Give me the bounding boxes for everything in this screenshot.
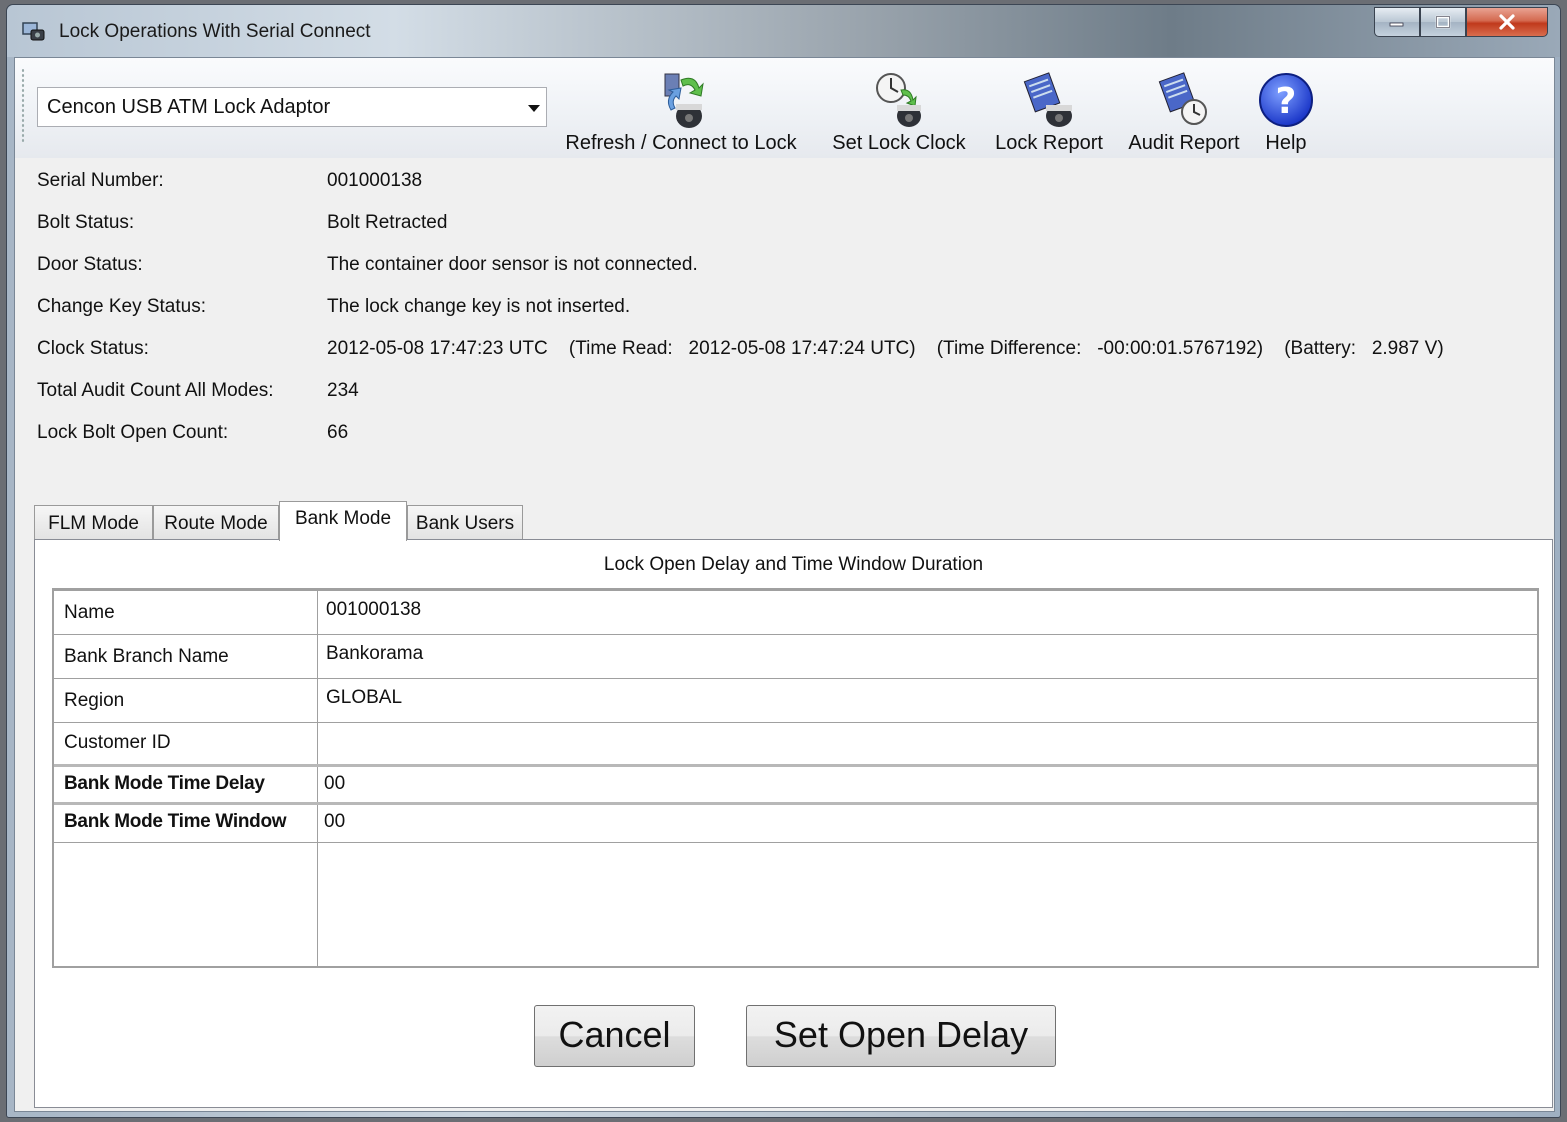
grid-row-customer-id[interactable]: Customer ID (54, 723, 1537, 767)
lock-clock-icon (876, 73, 921, 127)
maximize-icon (1435, 15, 1451, 29)
door-status-value: The container door sensor is not connect… (327, 254, 698, 275)
chevron-down-icon (528, 105, 540, 112)
lock-report-label: Lock Report (995, 132, 1103, 154)
grid-row-bank-branch-name[interactable]: Bank Branch Name Bankorama (54, 635, 1537, 679)
set-lock-clock-label: Set Lock Clock (832, 132, 966, 154)
bank-branch-name-value[interactable]: Bankorama (326, 643, 423, 665)
tab-flm-mode[interactable]: FLM Mode (34, 505, 153, 539)
lock-report-icon (1023, 72, 1072, 127)
bank-mode-time-window-value[interactable]: 00 (324, 811, 345, 833)
bank-mode-time-window-label: Bank Mode Time Window (64, 811, 287, 832)
panel-title: Lock Open Delay and Time Window Duration (603, 554, 984, 575)
lock-adaptor-select[interactable]: Cencon USB ATM Lock Adaptor (37, 87, 547, 127)
cancel-button[interactable]: Cancel (534, 1005, 695, 1067)
refresh-lock-icon (664, 73, 704, 128)
tab-route-mode[interactable]: Route Mode (153, 505, 279, 539)
region-value[interactable]: GLOBAL (326, 687, 402, 709)
serial-number-label: Serial Number: (37, 170, 164, 191)
grid-row-region[interactable]: Region GLOBAL (54, 679, 1537, 723)
help-button[interactable]: ? Help (1255, 66, 1317, 156)
main-window: Lock Operations With Serial Connect Cenc… (6, 4, 1561, 1118)
bank-mode-panel: Lock Open Delay and Time Window Duration… (34, 539, 1553, 1108)
toolbar: Cencon USB ATM Lock Adaptor Refresh / Co… (15, 58, 1554, 158)
grid-row-bank-mode-time-delay[interactable]: Bank Mode Time Delay 00 (54, 767, 1537, 805)
window-title: Lock Operations With Serial Connect (59, 21, 371, 42)
clock-status-label: Clock Status: (37, 338, 149, 359)
bank-mode-time-delay-label: Bank Mode Time Delay (64, 773, 265, 794)
bank-branch-name-label: Bank Branch Name (64, 646, 229, 667)
bolt-status-value: Bolt Retracted (327, 212, 448, 233)
title-bar[interactable]: Lock Operations With Serial Connect (7, 5, 1560, 57)
minimize-icon (1389, 22, 1404, 27)
grid-row-name[interactable]: Name 001000138 (54, 591, 1537, 635)
caption-buttons (1374, 7, 1548, 41)
set-open-delay-button[interactable]: Set Open Delay (746, 1005, 1056, 1067)
tab-bank-mode[interactable]: Bank Mode (279, 501, 407, 541)
name-label: Name (64, 602, 115, 623)
bank-mode-time-delay-value[interactable]: 00 (324, 773, 345, 795)
maximize-button[interactable] (1420, 7, 1466, 37)
tab-bank-users[interactable]: Bank Users (407, 505, 523, 539)
client-area: Cencon USB ATM Lock Adaptor Refresh / Co… (14, 57, 1555, 1112)
property-grid: Name 001000138 Bank Branch Name Bankoram… (52, 588, 1539, 968)
refresh-connect-button[interactable]: Refresh / Connect to Lock (553, 66, 809, 156)
change-key-status-label: Change Key Status: (37, 296, 206, 317)
grid-row-bank-mode-time-window[interactable]: Bank Mode Time Window 00 (54, 805, 1537, 843)
refresh-connect-label: Refresh / Connect to Lock (565, 132, 797, 154)
lock-adaptor-value: Cencon USB ATM Lock Adaptor (47, 96, 331, 118)
svg-text:?: ? (1276, 81, 1297, 122)
total-audit-count-value: 234 (327, 380, 359, 401)
bolt-status-label: Bolt Status: (37, 212, 135, 233)
help-label: Help (1265, 132, 1307, 154)
audit-report-label: Audit Report (1128, 132, 1240, 154)
close-icon (1499, 14, 1515, 30)
audit-report-button[interactable]: Audit Report (1119, 66, 1249, 156)
door-status-label: Door Status: (37, 254, 143, 275)
lock-bolt-open-count-value: 66 (327, 422, 349, 443)
total-audit-count-label: Total Audit Count All Modes: (37, 380, 274, 401)
change-key-status-value: The lock change key is not inserted. (327, 296, 631, 317)
serial-number-value: 001000138 (327, 170, 423, 191)
customer-id-label: Customer ID (64, 732, 171, 753)
app-icon (22, 22, 45, 41)
clock-status-value: 2012-05-08 17:47:23 UTC (Time Read: 2012… (327, 338, 1444, 359)
help-icon: ? (1259, 73, 1313, 127)
lock-bolt-open-count-label: Lock Bolt Open Count: (37, 422, 229, 443)
set-lock-clock-button[interactable]: Set Lock Clock (824, 66, 974, 156)
region-label: Region (64, 690, 125, 711)
minimize-button[interactable] (1374, 7, 1420, 37)
audit-report-icon (1158, 72, 1207, 125)
name-value[interactable]: 001000138 (326, 599, 421, 621)
lock-report-button[interactable]: Lock Report (982, 66, 1116, 156)
close-button[interactable] (1466, 7, 1548, 37)
toolbar-grip[interactable] (21, 68, 25, 144)
